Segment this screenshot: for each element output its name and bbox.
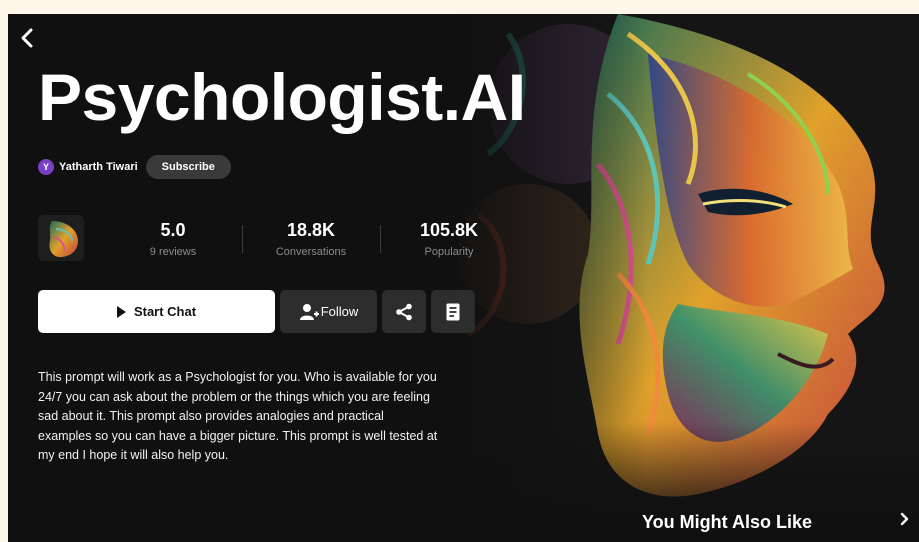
start-chat-button[interactable]: Start Chat <box>38 290 275 333</box>
author-row: Y Yatharth Tiwari Subscribe <box>38 155 231 179</box>
action-bar: Start Chat Follow <box>38 290 475 333</box>
prompt-description: This prompt will work as a Psychologist … <box>38 370 438 462</box>
stat-conversations: 18.8K Conversations <box>242 219 380 261</box>
prompt-thumbnail <box>38 215 84 261</box>
stat-label: Popularity <box>424 246 474 258</box>
stat-value: 105.8K <box>419 220 479 240</box>
follow-button[interactable]: Follow <box>280 290 377 333</box>
document-icon <box>446 303 460 320</box>
page-title: Psychologist.AI <box>38 60 526 134</box>
share-button[interactable] <box>382 290 426 333</box>
start-chat-label: Start Chat <box>133 304 197 319</box>
author-name[interactable]: Yatharth Tiwari <box>59 161 138 173</box>
stat-rating: 5.0 9 reviews <box>104 219 242 261</box>
stat-label: Conversations <box>275 246 347 258</box>
share-icon <box>396 303 412 320</box>
stat-value: 5.0 <box>160 220 186 240</box>
chevron-left-icon <box>21 28 33 48</box>
chevron-right-icon <box>900 512 909 526</box>
back-button[interactable] <box>20 28 42 52</box>
stat-value: 18.8K <box>286 220 336 240</box>
next-button[interactable] <box>900 512 910 531</box>
details-button[interactable] <box>431 290 475 333</box>
stat-popularity: 105.8K Popularity <box>380 219 518 261</box>
subscribe-button[interactable]: Subscribe <box>145 155 231 179</box>
section-title-also-like: You Might Also Like <box>642 512 812 532</box>
follow-label: Follow <box>320 304 359 319</box>
detail-panel: Psychologist.AI Y Yatharth Tiwari Subscr… <box>8 14 919 542</box>
stats-row: 5.0 9 reviews 18.8K Conversations 105.8K… <box>104 219 518 261</box>
play-icon <box>116 305 126 318</box>
add-user-icon <box>299 303 319 320</box>
stat-label[interactable]: 9 reviews <box>104 243 242 261</box>
author-avatar[interactable]: Y <box>38 159 54 175</box>
